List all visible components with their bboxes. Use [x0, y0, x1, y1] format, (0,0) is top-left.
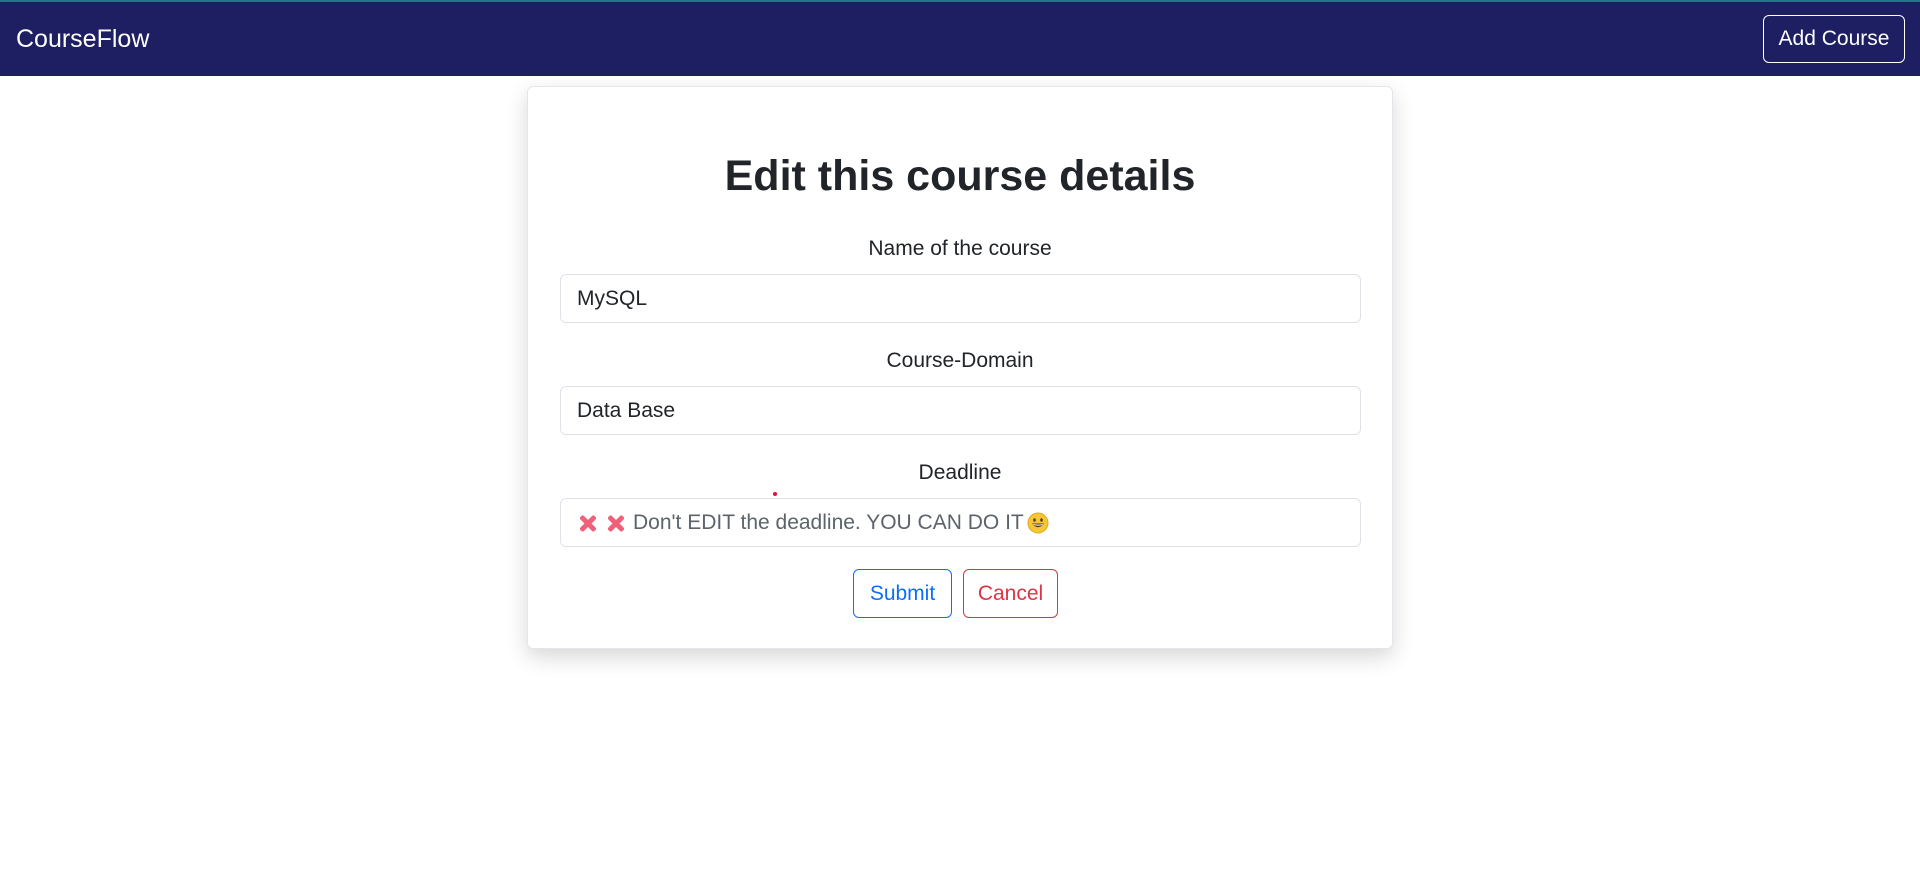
add-course-button[interactable]: Add Course [1763, 15, 1905, 63]
cursor-dot [773, 492, 777, 496]
navbar: CourseFlow Add Course [0, 2, 1920, 76]
course-domain-label: Course-Domain [886, 349, 1034, 372]
course-name-label: Name of the course [868, 237, 1052, 260]
course-name-input[interactable] [560, 274, 1361, 323]
page-title: Edit this course details [724, 152, 1196, 200]
cross-mark-icon [577, 512, 599, 534]
deadline-label: Deadline [918, 461, 1002, 484]
cross-mark-icon [605, 512, 627, 534]
course-domain-input[interactable] [560, 386, 1361, 435]
cancel-button[interactable]: Cancel [963, 569, 1058, 618]
grinning-face-icon [1027, 512, 1049, 533]
submit-button[interactable]: Submit [853, 569, 952, 618]
deadline-placeholder: Don't EDIT the deadline. YOU CAN DO IT [633, 510, 1024, 534]
deadline-input[interactable]: Don't EDIT the deadline. YOU CAN DO IT [560, 498, 1361, 547]
brand-link[interactable]: CourseFlow [16, 24, 149, 54]
